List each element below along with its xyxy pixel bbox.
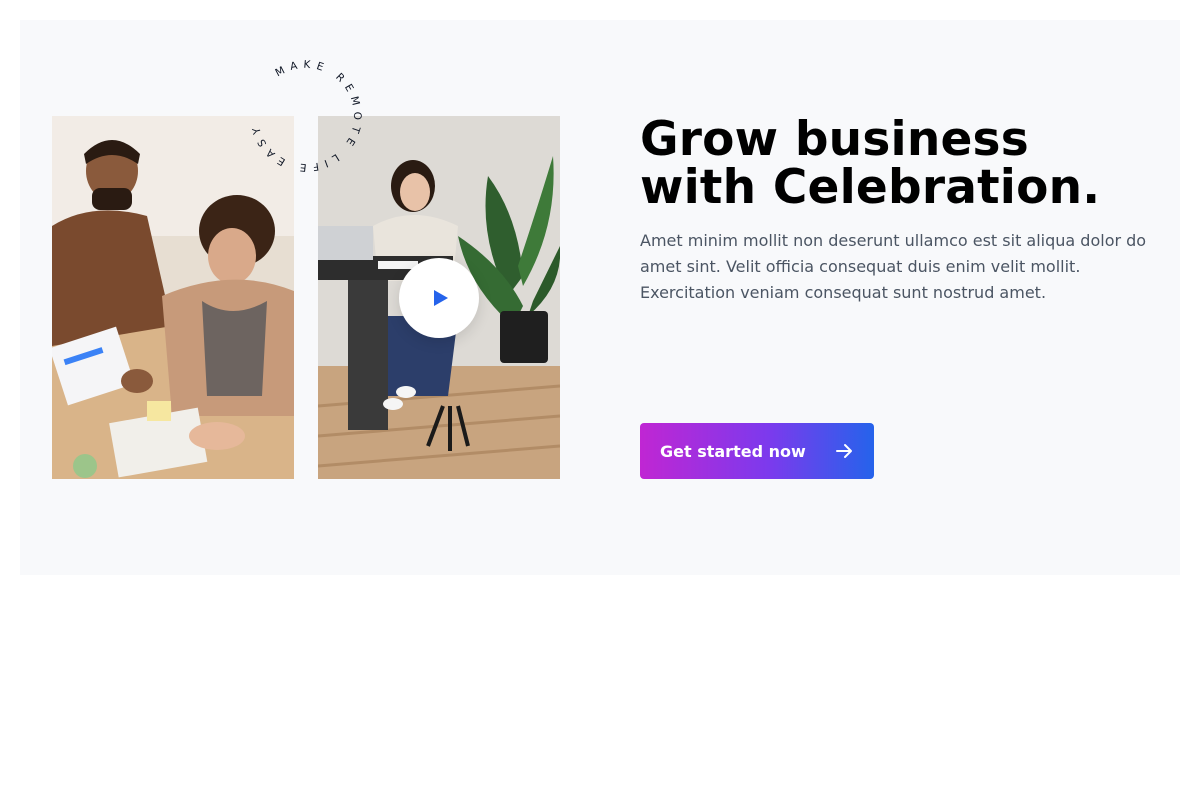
play-video-button[interactable]	[399, 258, 479, 338]
get-started-button[interactable]: Get started now	[640, 423, 874, 479]
play-icon	[433, 290, 448, 306]
hero-headline: Grow business with Celebration.	[640, 116, 1160, 212]
headline-line-1: Grow business	[640, 112, 1029, 167]
get-started-label: Get started now	[660, 441, 806, 461]
headline-line-2: with Celebration.	[640, 160, 1101, 215]
arrow-right-icon	[836, 444, 852, 458]
hero-section: MAKE REMOTE LIFE EASY Grow business with…	[20, 20, 1180, 575]
team-meeting-photo	[52, 116, 294, 479]
hero-description: Amet minim mollit non deserunt ullamco e…	[640, 231, 1147, 302]
